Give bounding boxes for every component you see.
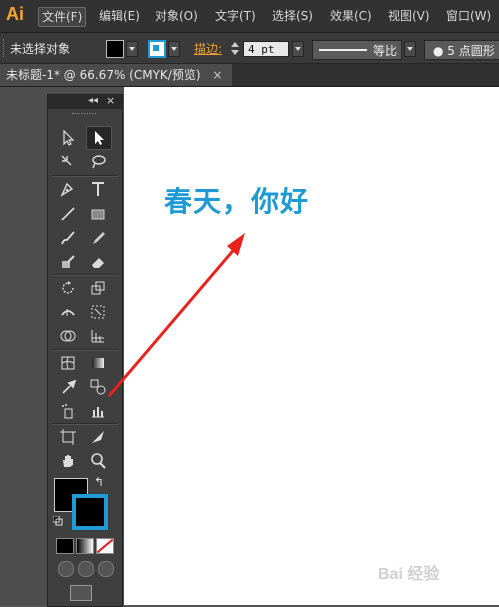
- annotation-arrow: [107, 233, 245, 397]
- watermark: Bai 经验: [378, 566, 440, 583]
